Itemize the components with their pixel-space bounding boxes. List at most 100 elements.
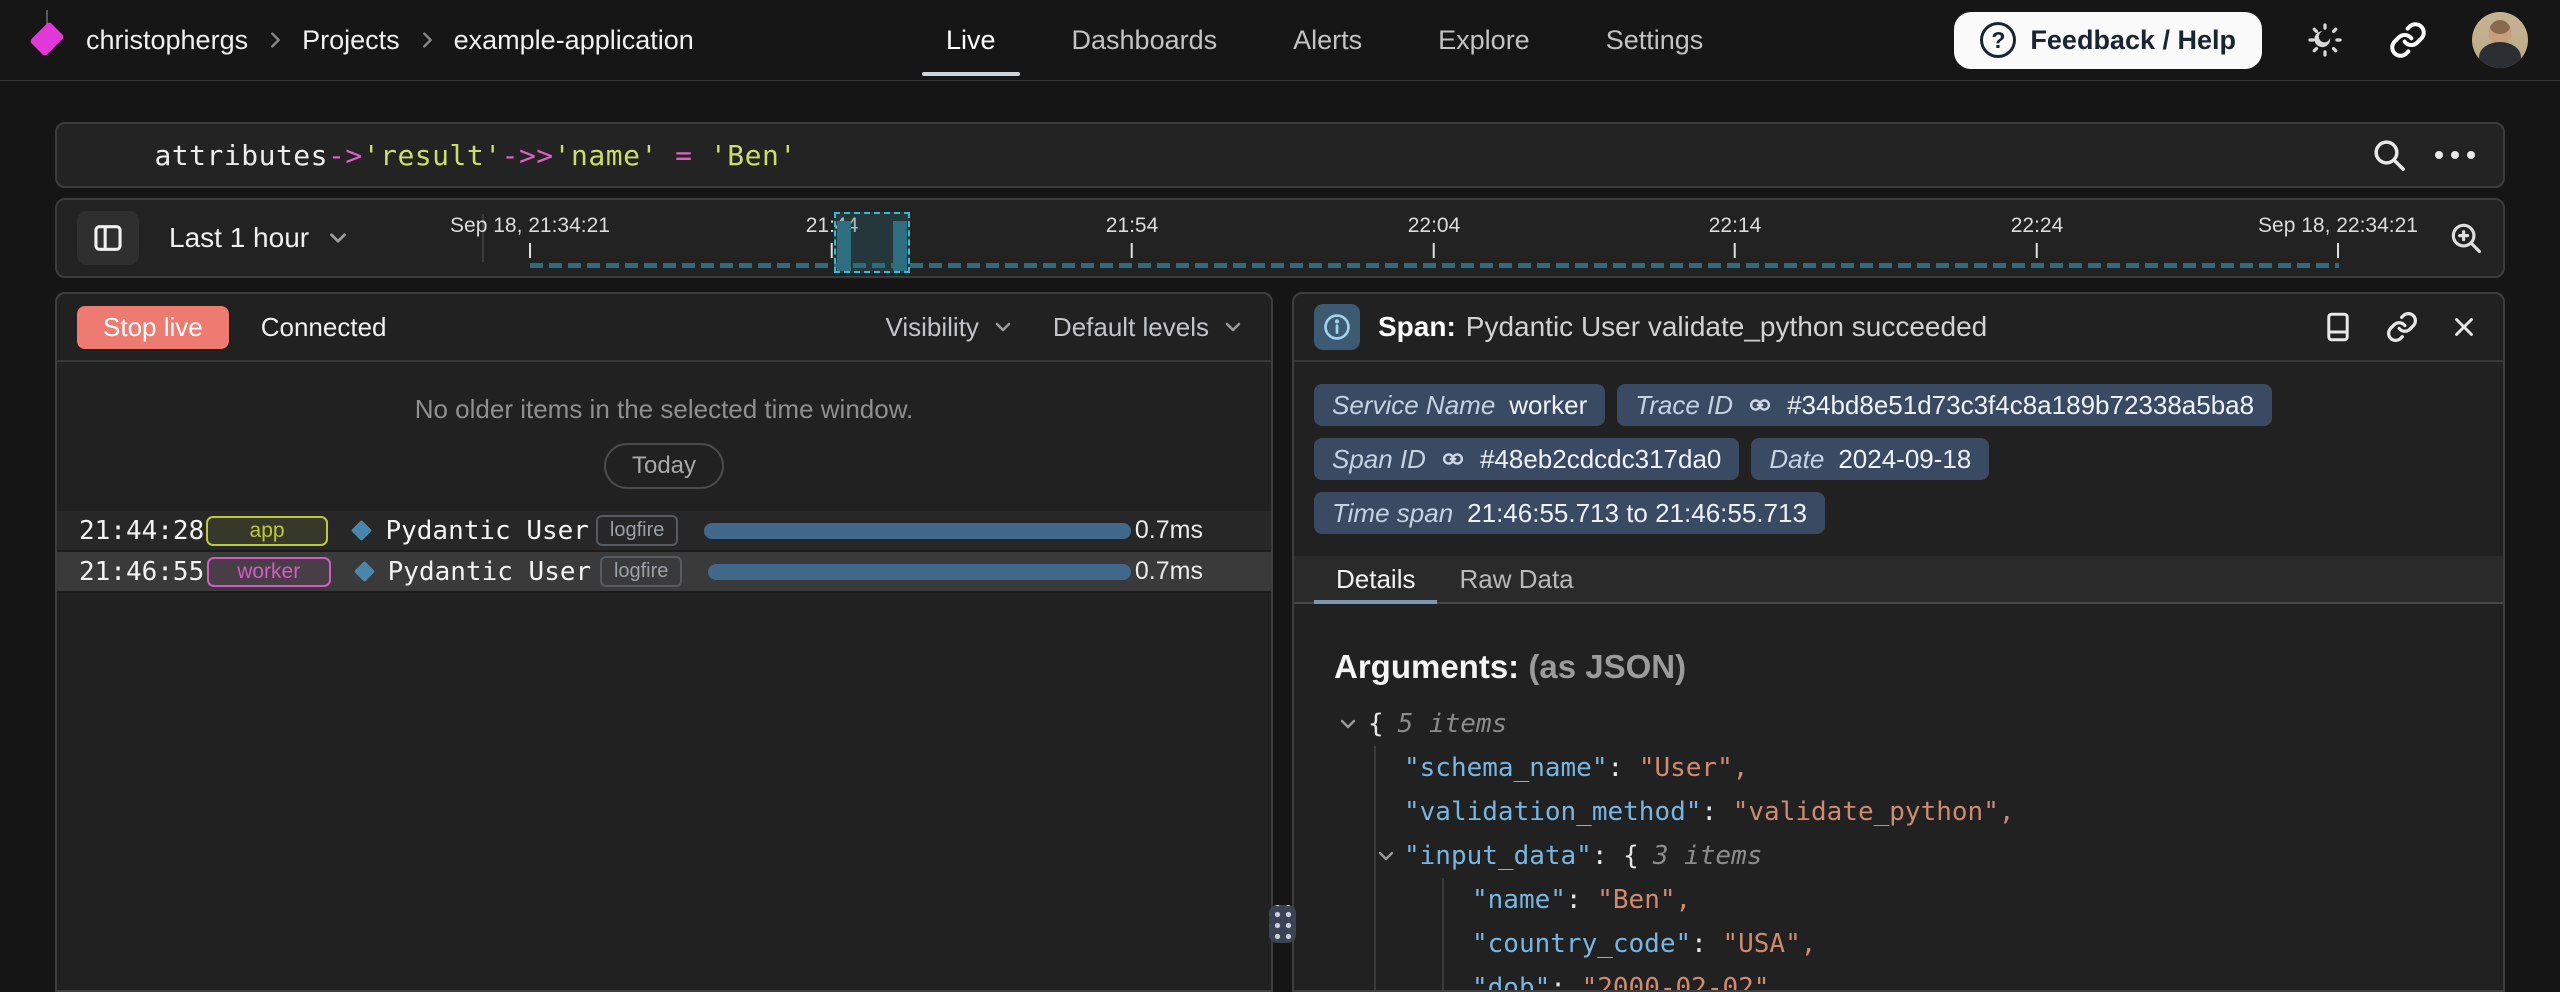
- live-panel-header: Stop live Connected Visibility Default l…: [57, 294, 1271, 362]
- json-key: "input_data": [1404, 841, 1592, 871]
- date-badge: Date 2024-09-18: [1751, 438, 1989, 480]
- tick-mark: [831, 243, 833, 258]
- feedback-help-button[interactable]: ? Feedback / Help: [1954, 12, 2262, 69]
- meta-value: worker: [1509, 390, 1587, 421]
- span-detail-title: Span:Pydantic User validate_python succe…: [1378, 311, 1987, 343]
- json-value: "2000-02-02": [1582, 973, 1770, 992]
- json-colon: :: [1566, 885, 1597, 915]
- feedback-help-label: Feedback / Help: [2030, 25, 2236, 56]
- query-token: ->>: [502, 139, 554, 172]
- json-line: "name": "Ben",: [1472, 878, 2503, 922]
- scope-badge: logfire: [596, 515, 678, 546]
- tab-dashboards[interactable]: Dashboards: [1034, 0, 1256, 81]
- connection-status: Connected: [261, 312, 387, 343]
- meta-value: #48eb2cdcdc317da0: [1480, 444, 1721, 475]
- query-token: =: [658, 139, 710, 172]
- json-tree: { 5 items "schema_name": "User", "valida…: [1334, 702, 2503, 992]
- timeline-tick: 22:04: [1408, 214, 1461, 258]
- chevron-right-icon: [416, 29, 438, 51]
- stop-live-button[interactable]: Stop live: [77, 306, 229, 349]
- json-items-count: 5 items: [1398, 709, 1508, 739]
- meta-value: 21:46:55.713 to 21:46:55.713: [1467, 498, 1807, 529]
- environment-tag-label: worker: [237, 560, 300, 584]
- timeline-tick: 22:14: [1709, 214, 1762, 258]
- json-comma: ,: [1999, 797, 2015, 827]
- tick-mark: [1131, 243, 1133, 258]
- panel-resize-handle[interactable]: [1269, 905, 1296, 943]
- today-button[interactable]: Today: [604, 443, 724, 489]
- json-block: "name": "Ben", "country_code": "USA", "d…: [1442, 878, 2503, 992]
- tab-explore[interactable]: Explore: [1400, 0, 1568, 81]
- environment-tag-label: app: [250, 519, 285, 543]
- json-colon: :: [1691, 929, 1722, 959]
- arguments-title: Arguments:: [1334, 648, 1519, 685]
- tab-live[interactable]: Live: [908, 0, 1034, 81]
- query-input[interactable]: attributes->'result'->>'name' = 'Ben': [55, 122, 2505, 188]
- environment-tag: worker: [207, 557, 331, 587]
- tab-details[interactable]: Details: [1314, 556, 1437, 602]
- sidebar-toggle-button[interactable]: [77, 211, 139, 265]
- logfire-logo-icon[interactable]: [30, 10, 64, 70]
- json-value: "Ben": [1597, 885, 1675, 915]
- tab-raw-data[interactable]: Raw Data: [1437, 556, 1595, 602]
- json-line: { 5 items: [1368, 702, 2503, 746]
- zoom-in-button[interactable]: [2447, 219, 2485, 257]
- tick-mark: [2337, 243, 2339, 258]
- json-comma: ,: [1676, 885, 1692, 915]
- json-key: "country_code": [1472, 929, 1691, 959]
- question-circle-icon: ?: [1980, 22, 2016, 58]
- time-span-badge: Time span 21:46:55.713 to 21:46:55.713: [1314, 492, 1825, 534]
- collapse-chevron-icon[interactable]: [1374, 844, 1398, 868]
- close-icon[interactable]: [2449, 312, 2479, 342]
- default-levels-label: Default levels: [1053, 312, 1209, 343]
- time-range-selector[interactable]: Last 1 hour: [169, 222, 351, 254]
- json-key: "validation_method": [1404, 797, 1701, 827]
- tab-alerts[interactable]: Alerts: [1255, 0, 1400, 81]
- meta-value: 2024-09-18: [1838, 444, 1971, 475]
- json-key: "dob": [1472, 973, 1550, 992]
- trace-id-badge[interactable]: Trace ID #34bd8e51d73c3f4c8a189b72338a5b…: [1617, 384, 2272, 426]
- more-options-icon[interactable]: [2435, 151, 2475, 159]
- json-brace: {: [1623, 841, 1639, 871]
- query-token: 'result': [363, 139, 502, 172]
- json-comma: ,: [1733, 753, 1749, 783]
- query-text: attributes->'result'->>'name' = 'Ben': [85, 106, 797, 205]
- tick-mark: [529, 243, 531, 258]
- tick-label: Sep 18, 22:34:21: [2258, 214, 2418, 238]
- arguments-heading: Arguments: (as JSON): [1334, 648, 2503, 686]
- sun-moon-icon: [2306, 21, 2344, 59]
- breadcrumb-projects[interactable]: Projects: [302, 25, 400, 56]
- timeline-tick: Sep 18, 22:34:21: [2258, 214, 2418, 258]
- span-row[interactable]: 21:44:28 app Pydantic User logfire 0.7ms: [57, 511, 1271, 552]
- theme-toggle-button[interactable]: [2306, 21, 2344, 59]
- arguments-subtitle: (as JSON): [1528, 648, 1686, 685]
- tab-settings[interactable]: Settings: [1568, 0, 1742, 81]
- timeline-histogram-baseline[interactable]: [530, 263, 2339, 268]
- json-line: "input_data": {3 items: [1404, 834, 2503, 878]
- span-id-badge[interactable]: Span ID #48eb2cdcdc317da0: [1314, 438, 1739, 480]
- json-line: "schema_name": "User",: [1404, 746, 2503, 790]
- empty-window-message: No older items in the selected time wind…: [57, 394, 1271, 425]
- info-icon: [1314, 304, 1360, 350]
- timeline-tick: 21:54: [1106, 214, 1159, 258]
- span-detail-panel: Span:Pydantic User validate_python succe…: [1292, 292, 2505, 992]
- breadcrumb-project[interactable]: example-application: [454, 25, 694, 56]
- permalink-icon[interactable]: [2385, 310, 2419, 344]
- visibility-dropdown[interactable]: Visibility: [885, 312, 1014, 343]
- timeline-selection[interactable]: [834, 212, 910, 273]
- json-brace: {: [1368, 709, 1384, 739]
- default-levels-dropdown[interactable]: Default levels: [1053, 312, 1245, 343]
- span-kind-diamond-icon: [351, 520, 372, 541]
- share-link-button[interactable]: [2388, 20, 2428, 60]
- tick-mark: [1734, 243, 1736, 258]
- json-line: "country_code": "USA",: [1472, 922, 2503, 966]
- collapse-chevron-icon[interactable]: [1336, 712, 1360, 736]
- search-icon[interactable]: [2369, 135, 2409, 175]
- breadcrumb-org[interactable]: christophergs: [86, 25, 248, 56]
- span-row-selected[interactable]: 21:46:55 worker Pydantic User logfire 0.…: [57, 552, 1271, 593]
- query-token: ->: [328, 139, 363, 172]
- primary-nav: Live Dashboards Alerts Explore Settings: [908, 0, 1741, 81]
- user-avatar[interactable]: [2472, 12, 2528, 68]
- split-view-icon[interactable]: [2321, 310, 2355, 344]
- details-content: Arguments: (as JSON) { 5 items "schema_n…: [1294, 604, 2503, 992]
